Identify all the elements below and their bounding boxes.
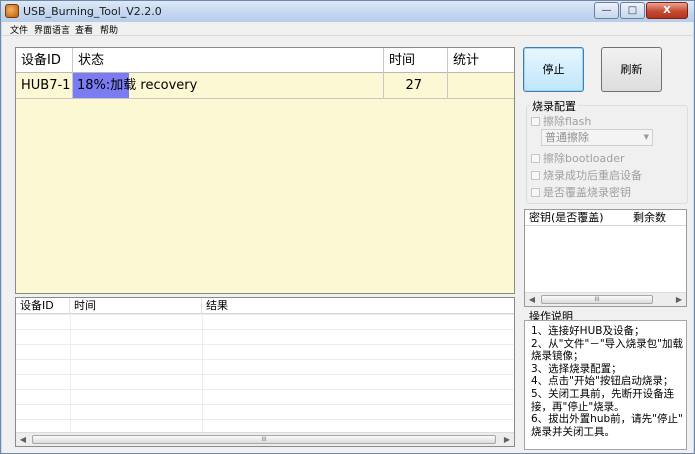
overwrite-key-checkbox[interactable]: 是否覆盖烧录密钥 (531, 184, 631, 200)
erase-mode-value: 普通擦除 (545, 131, 589, 144)
checkbox-icon (531, 171, 540, 180)
refresh-button[interactable]: 刷新 (601, 47, 662, 92)
instruction-line: 3、选择烧录配置； (531, 362, 622, 375)
instruction-line: 2、从"文件"－"导入烧录包"加载 (531, 337, 683, 350)
instruction-line: 4、点击"开始"按钮启动烧录； (531, 375, 674, 388)
header-remaining[interactable]: 剩余数 (629, 210, 666, 226)
overwrite-key-label: 是否覆盖烧录密钥 (543, 186, 631, 199)
burn-config-title: 烧录配置 (530, 98, 578, 114)
erase-bootloader-checkbox[interactable]: 擦除bootloader (531, 150, 625, 166)
status-stage: recovery (140, 78, 198, 93)
instruction-line: 接，再"停止"烧录。 (531, 400, 625, 413)
erase-mode-select[interactable]: 普通擦除 ▼ (541, 129, 653, 146)
device-table-header: 设备ID 状态 时间 统计 (16, 48, 514, 73)
scroll-left-icon[interactable]: ◀ (525, 293, 539, 306)
header-status[interactable]: 状态 (73, 48, 384, 73)
header-stats[interactable]: 统计 (448, 48, 514, 73)
column-divider (70, 314, 71, 432)
table-row[interactable]: HUB7-1 18%:加载 recovery 27 (16, 73, 514, 99)
instruction-line: 1、连接好HUB及设备； (531, 325, 645, 337)
reboot-after-success-label: 烧录成功后重启设备 (543, 169, 642, 182)
key-horizontal-scrollbar[interactable]: ◀ III ▶ (525, 292, 686, 306)
scroll-left-icon[interactable]: ◀ (16, 433, 30, 446)
minimize-button[interactable]: — (594, 2, 619, 19)
checkbox-icon (531, 117, 540, 126)
key-table: 密钥(是否覆盖) 剩余数 ◀ III ▶ (524, 209, 687, 307)
erase-flash-checkbox[interactable]: 擦除flash (531, 113, 591, 129)
time-cell: 27 (384, 73, 448, 98)
stop-button[interactable]: 停止 (523, 47, 584, 92)
log-table-header: 设备ID 时间 结果 (16, 298, 514, 314)
header-time[interactable]: 时间 (384, 48, 448, 73)
erase-bootloader-label: 擦除bootloader (543, 152, 625, 165)
instruction-line: 6、拔出外置hub前，请先"停止" (531, 413, 683, 426)
log-horizontal-scrollbar[interactable]: ◀ III ▶ (16, 432, 514, 446)
scroll-right-icon[interactable]: ▶ (500, 433, 514, 446)
menu-view[interactable]: 查看 (75, 23, 93, 36)
instruction-line: 5、关闭工具前，先断开设备连 (531, 387, 675, 400)
scroll-right-icon[interactable]: ▶ (672, 293, 686, 306)
instruction-line: 烧录并关闭工具。 (531, 425, 615, 438)
instructions-box: 1、连接好HUB及设备； 2、从"文件"－"导入烧录包"加载 烧录镜像； 3、选… (524, 320, 687, 450)
scroll-thumb[interactable]: III (32, 435, 496, 444)
maximize-button[interactable]: □ (620, 2, 645, 19)
app-icon (5, 4, 19, 18)
log-header-result[interactable]: 结果 (202, 298, 514, 314)
log-header-time[interactable]: 时间 (70, 298, 202, 314)
log-header-device-id[interactable]: 设备ID (16, 298, 70, 314)
log-rows (16, 314, 514, 432)
checkbox-icon (531, 154, 540, 163)
header-device-id[interactable]: 设备ID (16, 48, 73, 73)
log-table: 设备ID 时间 结果 ◀ III ▶ (15, 297, 515, 447)
column-divider (202, 314, 203, 432)
window-title: USB_Burning_Tool_V2.2.0 (23, 5, 162, 18)
checkbox-icon (531, 188, 540, 197)
device-id-cell: HUB7-1 (16, 73, 73, 98)
key-table-header: 密钥(是否覆盖) 剩余数 (525, 210, 686, 226)
menu-file[interactable]: 文件 (10, 23, 28, 36)
close-button[interactable]: X (646, 2, 688, 19)
header-key[interactable]: 密钥(是否覆盖) (525, 210, 604, 226)
scroll-thumb[interactable]: III (541, 295, 653, 304)
status-text: 18%:加载 recovery (77, 73, 197, 98)
erase-flash-label: 擦除flash (543, 115, 592, 128)
menu-help[interactable]: 帮助 (100, 23, 118, 36)
progress-text: 18%:加载 (77, 78, 137, 93)
device-table: 设备ID 状态 时间 统计 HUB7-1 18%:加载 recovery 27 (15, 47, 515, 294)
title-bar[interactable]: USB_Burning_Tool_V2.2.0 — □ X (1, 1, 694, 22)
stats-cell (448, 73, 514, 98)
app-window: USB_Burning_Tool_V2.2.0 — □ X 文件 界面语言 查看… (0, 0, 695, 454)
menu-bar: 文件 界面语言 查看 帮助 (2, 22, 693, 36)
reboot-after-success-checkbox[interactable]: 烧录成功后重启设备 (531, 167, 642, 183)
chevron-down-icon: ▼ (643, 133, 649, 141)
instruction-line: 烧录镜像； (531, 350, 584, 363)
menu-language[interactable]: 界面语言 (34, 23, 70, 36)
client-area: 设备ID 状态 时间 统计 HUB7-1 18%:加载 recovery 27 … (2, 36, 693, 453)
